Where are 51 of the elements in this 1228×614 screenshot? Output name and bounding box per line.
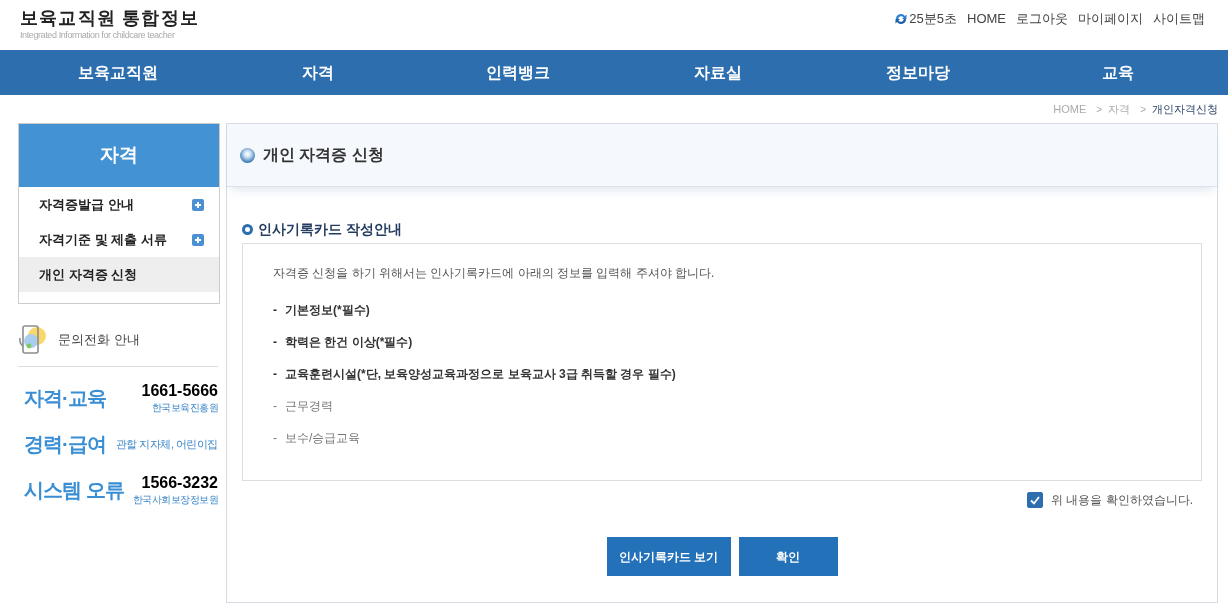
nav-item[interactable]: 교육 <box>1018 50 1218 95</box>
utility-link[interactable]: 로그아웃 <box>1016 9 1068 29</box>
refresh-icon[interactable] <box>894 11 909 26</box>
nav-item[interactable]: 정보마당 <box>818 50 1018 95</box>
contact-category: 시스템 오류 <box>24 478 124 503</box>
contact-category: 자격·교육 <box>24 386 106 411</box>
checkbox[interactable] <box>1027 492 1043 508</box>
list-bullet: - <box>273 366 277 383</box>
organization-name: 한국사회보장정보원 <box>132 493 218 507</box>
sidebar-item[interactable]: 개인 자격증 신청 <box>19 257 219 292</box>
checkbox-label: 위 내용을 확인하였습니다. <box>1051 492 1193 509</box>
contact-category: 경력·급여 <box>24 432 106 457</box>
organization-name: 한국보육진흥원 <box>151 401 218 415</box>
plus-icon[interactable] <box>192 233 204 246</box>
phone-number: 1566-3232 <box>141 473 218 493</box>
requirement-item: 학력은 한건 이상(*필수) <box>285 334 413 351</box>
list-bullet: - <box>273 302 277 319</box>
plus-icon[interactable] <box>192 198 204 211</box>
utility-link[interactable]: 사이트맵 <box>1153 9 1205 29</box>
view-record-card-button[interactable]: 인사기록카드 보기 <box>606 537 731 576</box>
list-bullet: - <box>273 334 277 351</box>
phone-number: 1661-5666 <box>141 381 218 401</box>
section-title: 인사기록카드 작성안내 <box>258 219 402 239</box>
breadcrumb-separator: > <box>1096 102 1103 117</box>
utility-link[interactable]: HOME <box>967 9 1006 29</box>
list-bullet: - <box>273 398 277 415</box>
phone-icon <box>18 324 48 356</box>
breadcrumb-current[interactable]: 개인자격신청 <box>1152 100 1218 118</box>
nav-item[interactable]: 인력뱅크 <box>418 50 618 95</box>
ring-icon <box>242 223 253 235</box>
page-title: 개인 자격증 신청 <box>263 145 384 165</box>
contact-title: 문의전화 안내 <box>58 331 140 350</box>
site-subtitle: Integrated Information for childcare teacher <box>20 30 176 40</box>
requirement-item: 보수/승급교육 <box>285 430 361 447</box>
nav-item[interactable]: 보육교직원 <box>18 50 218 95</box>
organization-name: 관할 지자체, 어린이집 <box>115 436 218 452</box>
utility-link[interactable]: 마이페이지 <box>1078 9 1143 29</box>
site-title[interactable]: 보육교직원 통합정보 <box>20 6 199 30</box>
requirement-item: 기본정보(*필수) <box>285 302 370 319</box>
checkmark-icon <box>1030 495 1040 505</box>
requirement-item: 교육훈련시설(*단, 보육양성교육과정으로 보육교사 3급 취득할 경우 필수) <box>285 366 676 383</box>
requirement-item: 근무경력 <box>285 398 333 415</box>
sphere-icon <box>240 147 255 163</box>
session-timer: 25분5초 <box>909 10 957 28</box>
confirm-button[interactable]: 확인 <box>738 537 838 576</box>
nav-item[interactable]: 자료실 <box>618 50 818 95</box>
list-bullet: - <box>273 430 277 447</box>
nav-item[interactable]: 자격 <box>218 50 418 95</box>
breadcrumb-separator: > <box>1140 102 1146 117</box>
intro-text: 자격증 신청을 하기 위해서는 인사기록카드에 아래의 정보를 입력해 주셔야 합니다. <box>273 265 716 282</box>
sidebar-title: 자격 <box>19 124 219 187</box>
